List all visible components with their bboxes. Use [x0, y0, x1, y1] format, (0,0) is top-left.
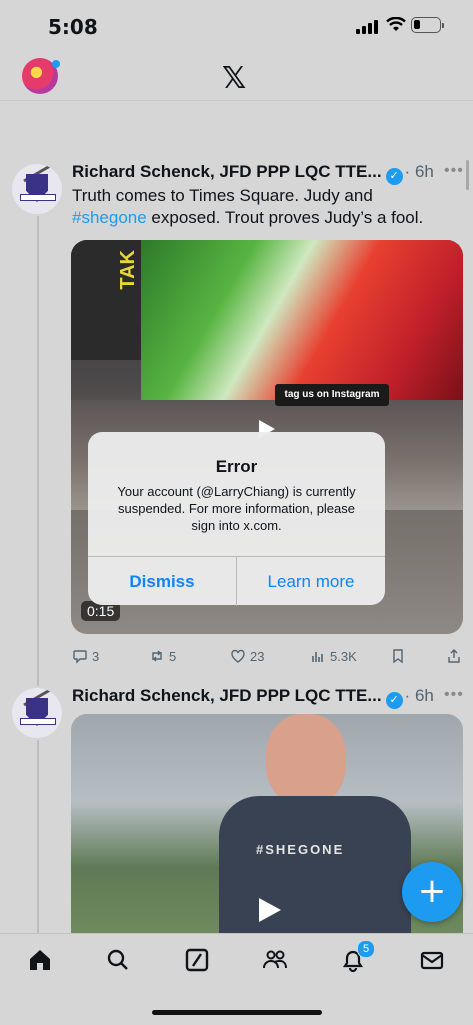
bottom-tab-bar: 5: [0, 933, 473, 1025]
tab-communities[interactable]: [261, 946, 289, 974]
share-icon: [448, 649, 460, 663]
author-avatar[interactable]: [12, 688, 62, 738]
person-body: [219, 796, 411, 934]
thread-line: [37, 216, 39, 686]
tab-home[interactable]: [26, 946, 54, 974]
post-header: Richard Schenck, JFD PPP LQC TTE... ✓ · 6h: [72, 686, 434, 709]
verified-badge-icon: ✓: [385, 692, 403, 709]
error-dialog: Error Your account (@LarryChiang) is cur…: [88, 432, 385, 606]
shirt-text: #SHEGONE: [256, 842, 345, 857]
notification-badge: 5: [357, 940, 375, 958]
author-name[interactable]: Richard Schenck, JFD PPP LQC TTE...: [72, 162, 382, 181]
post-time: · 6h: [404, 162, 434, 181]
communities-icon: [263, 950, 287, 969]
cellular-signal-icon: [356, 20, 380, 34]
instagram-banner: tag us on Instagram: [275, 384, 389, 406]
home-icon: [30, 950, 50, 970]
status-bar: 5:08: [0, 0, 473, 52]
mail-icon: [420, 951, 444, 970]
profile-avatar-button[interactable]: [22, 58, 60, 94]
dialog-buttons: Dismiss Learn more: [88, 556, 385, 606]
post-time: · 6h: [404, 686, 434, 705]
search-icon: [107, 949, 128, 970]
wifi-icon: [386, 17, 406, 31]
repost-icon: [152, 650, 162, 662]
share-button[interactable]: [446, 648, 462, 664]
dialog-title: Error: [215, 457, 258, 476]
repost-button[interactable]: 5: [149, 648, 176, 664]
grok-icon: [185, 948, 209, 972]
more-options-icon[interactable]: •••: [444, 686, 464, 704]
billboard-screen: [141, 240, 463, 400]
learn-more-button[interactable]: Learn more: [237, 557, 385, 606]
verified-badge-icon: ✓: [385, 168, 403, 185]
billboard-text: TAK: [117, 250, 139, 290]
more-options-icon[interactable]: •••: [444, 162, 464, 180]
post-actions: 3 5 23 5.3K: [72, 648, 464, 668]
tab-search[interactable]: [104, 946, 132, 974]
reply-button[interactable]: 3: [72, 648, 99, 664]
post-header: Richard Schenck, JFD PPP LQC TTE... ✓ · 6h: [72, 162, 434, 185]
heart-icon: [231, 649, 245, 663]
tab-messages[interactable]: [418, 946, 446, 974]
views-button[interactable]: 5.3K: [310, 648, 357, 664]
play-icon[interactable]: [259, 898, 281, 922]
like-button[interactable]: 23: [230, 648, 264, 664]
tab-grok[interactable]: [183, 946, 211, 974]
views-chart-icon: [312, 652, 323, 662]
battery-icon: [411, 17, 444, 33]
author-avatar[interactable]: [12, 164, 62, 214]
post-text: Truth comes to Times Square. Judy and #s…: [72, 186, 424, 227]
tab-notifications[interactable]: 5: [339, 940, 375, 974]
author-name[interactable]: Richard Schenck, JFD PPP LQC TTE...: [72, 686, 382, 705]
top-header: 𝕏: [0, 52, 473, 101]
thread-line: [37, 740, 39, 933]
dismiss-button[interactable]: Dismiss: [88, 557, 237, 606]
reply-icon: [73, 650, 87, 664]
bookmark-button[interactable]: [390, 648, 406, 664]
bookmark-icon: [393, 649, 403, 664]
home-indicator: [152, 1010, 322, 1015]
dialog-message: Your account (@LarryChiang) is currently…: [117, 484, 356, 533]
compose-post-button[interactable]: +: [402, 862, 462, 922]
hashtag-link[interactable]: #shegone: [72, 208, 147, 227]
person-head: [266, 714, 346, 806]
new-indicator-dot: [52, 60, 60, 68]
status-time: 5:08: [48, 15, 98, 39]
x-logo-icon[interactable]: 𝕏: [222, 61, 246, 96]
